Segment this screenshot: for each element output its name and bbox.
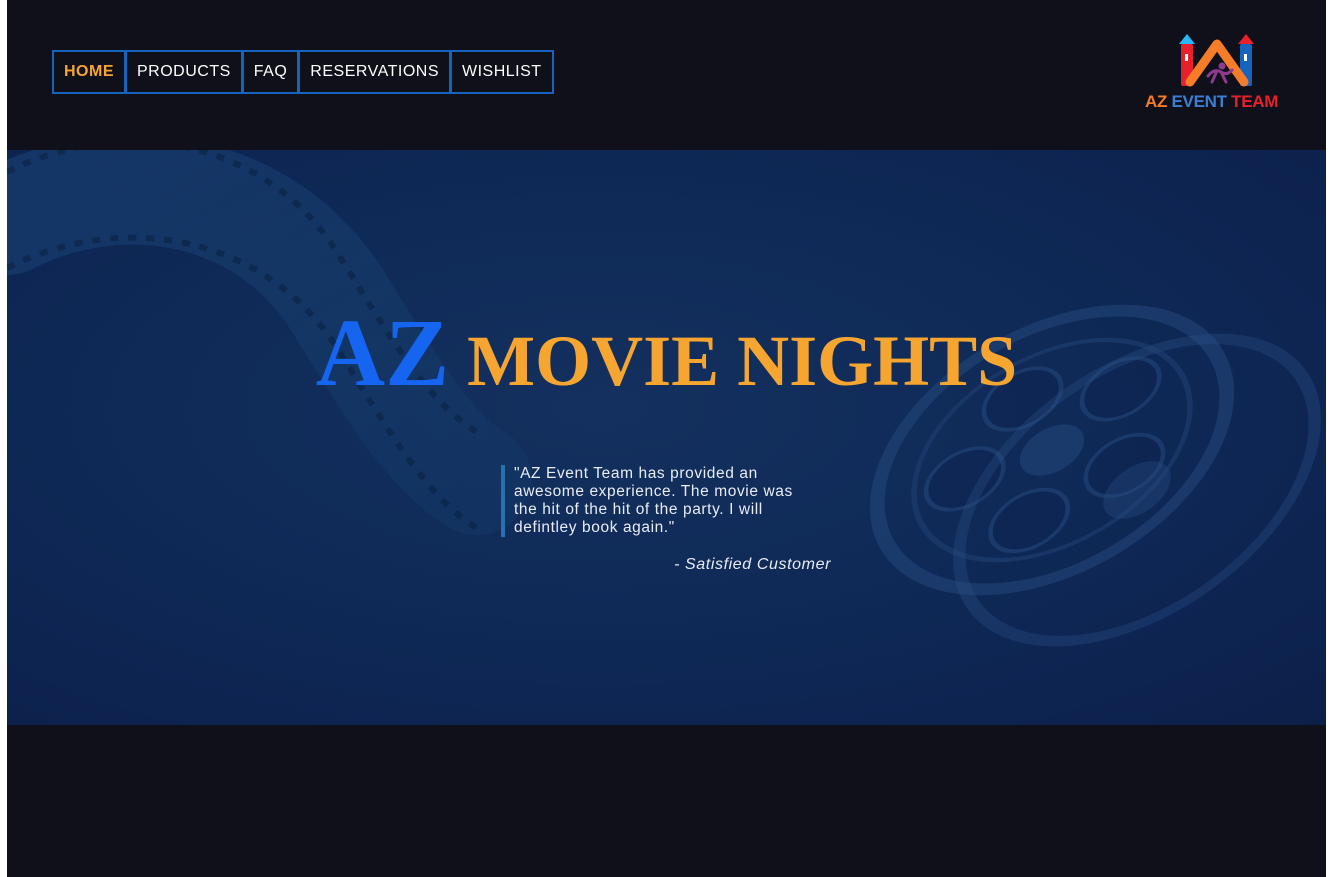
page-bottom-band <box>7 725 1326 877</box>
main-nav: HOME PRODUCTS FAQ RESERVATIONS WISHLIST <box>52 50 554 94</box>
nav-item-home[interactable]: HOME <box>54 52 127 92</box>
hero-title: AZ MOVIE NIGHTS <box>7 305 1326 409</box>
nav-item-faq[interactable]: FAQ <box>244 52 301 92</box>
hero-title-movie-nights: MOVIE NIGHTS <box>467 321 1018 401</box>
testimonial-author: - Satisfied Customer <box>674 556 831 573</box>
page: HOME PRODUCTS FAQ RESERVATIONS WISHLIST <box>7 0 1326 877</box>
logo-word-az: AZ <box>1145 92 1168 111</box>
site-header: HOME PRODUCTS FAQ RESERVATIONS WISHLIST <box>7 0 1326 150</box>
nav-item-wishlist[interactable]: WISHLIST <box>452 52 552 92</box>
nav-item-reservations[interactable]: RESERVATIONS <box>300 52 452 92</box>
hero-title-az: AZ <box>315 299 450 406</box>
bounce-house-logo-icon <box>1179 34 1254 87</box>
logo-word-event: EVENT <box>1171 92 1227 111</box>
hero-banner: AZ MOVIE NIGHTS "AZ Event Team has provid… <box>7 150 1326 725</box>
film-reel-background-image <box>7 150 1321 647</box>
logo-word-team: TEAM <box>1231 92 1279 111</box>
nav-item-products[interactable]: PRODUCTS <box>127 52 244 92</box>
logo-wordmark: AZ EVENT TEAM <box>1145 92 1278 112</box>
testimonial-quote: "AZ Event Team has provided an awesome e… <box>501 465 804 537</box>
brand-logo[interactable]: AZ EVENT TEAM <box>1142 32 1292 114</box>
